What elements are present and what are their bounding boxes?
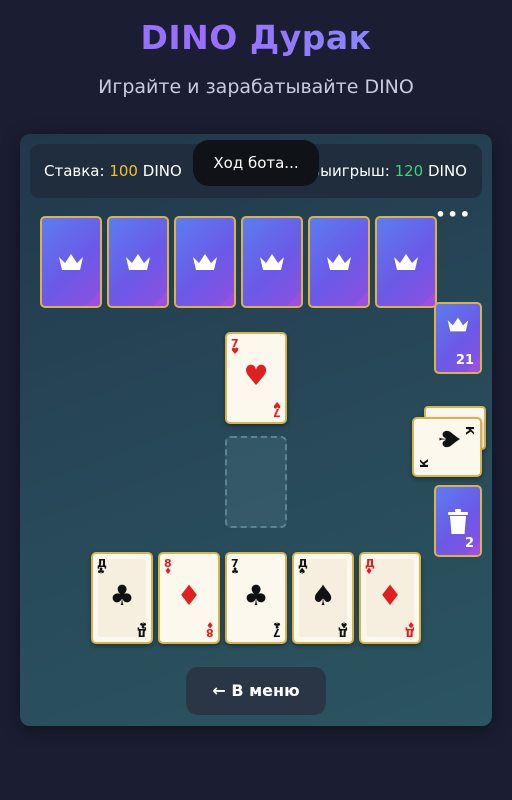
win-currency: DINO bbox=[427, 162, 467, 180]
card-suit-center: ♦ bbox=[176, 579, 202, 612]
trash-icon bbox=[448, 509, 468, 534]
menu-button-label: В меню bbox=[231, 681, 300, 700]
crown-icon bbox=[193, 254, 217, 270]
win-value: 120 bbox=[394, 162, 424, 180]
win-info: Выигрыш: 120 DINO bbox=[310, 162, 467, 180]
turn-toast: Ход бота... bbox=[193, 140, 319, 186]
win-label: Выигрыш: bbox=[309, 162, 390, 180]
card-suit-center: ♠ bbox=[310, 579, 336, 612]
hand-card[interactable]: 8 ♦ ♦ ♦ 8 bbox=[158, 552, 220, 644]
opponent-card-back bbox=[241, 216, 303, 308]
card-rank-bottom: 8 bbox=[206, 626, 214, 639]
hand-card[interactable]: 7 ♣ ♣ ♣ 7 bbox=[225, 552, 287, 644]
stake-label: Ставка: bbox=[44, 162, 105, 180]
more-dots-icon[interactable]: ••• bbox=[435, 205, 472, 224]
card-suit-center: ♥ bbox=[243, 359, 269, 392]
card-rank-bottom: 7 bbox=[273, 626, 281, 639]
crown-icon bbox=[394, 254, 418, 270]
card-suit-small: ♦ bbox=[164, 567, 173, 577]
crown-icon bbox=[126, 254, 150, 270]
arrow-left-icon: ← bbox=[212, 681, 226, 700]
page-title: DINO Дурак bbox=[0, 18, 512, 57]
card-rank-bottom: Д bbox=[338, 626, 348, 639]
trump-rank: К bbox=[463, 426, 476, 435]
card-suit-small: ♥ bbox=[231, 347, 240, 357]
crown-icon bbox=[59, 254, 83, 270]
crown-icon bbox=[260, 254, 284, 270]
card-rank-bottom: Д bbox=[405, 626, 415, 639]
back-to-menu-button[interactable]: ← В меню bbox=[186, 667, 326, 715]
opponent-card-back bbox=[40, 216, 102, 308]
stake-value: 100 bbox=[109, 162, 138, 180]
deck-pile: 21 bbox=[434, 302, 482, 374]
card-rank-bottom: Д bbox=[137, 626, 147, 639]
card-suit-small: ♠ bbox=[298, 567, 307, 577]
stake-currency: DINO bbox=[142, 162, 182, 180]
card-rank-bottom: 7 bbox=[273, 406, 281, 419]
card-suit-small: ♣ bbox=[231, 567, 240, 577]
table-attack-card: 7 ♥ ♥ ♥ 7 bbox=[225, 332, 287, 424]
opponent-card-back bbox=[174, 216, 236, 308]
hand-card[interactable]: Д ♦ ♦ ♦ Д bbox=[359, 552, 421, 644]
card-suit-small: ♣ bbox=[97, 567, 106, 577]
card-suit-center: ♦ bbox=[377, 579, 403, 612]
crown-icon bbox=[327, 254, 351, 270]
discard-count: 2 bbox=[464, 536, 474, 551]
hand-card[interactable]: Д ♠ ♠ ♠ Д bbox=[292, 552, 354, 644]
hand-card[interactable]: Д ♣ ♣ ♣ Д bbox=[91, 552, 153, 644]
page-subtitle: Играйте и зарабатывайте DINO bbox=[98, 76, 414, 98]
trump-card: К ♠ К bbox=[412, 417, 482, 477]
stake-info: Ставка: 100 DINO bbox=[44, 162, 182, 180]
card-suit-center: ♣ bbox=[109, 579, 135, 612]
opponent-card-back bbox=[375, 216, 437, 308]
game-board: Ставка: 100 DINO Выигрыш: 120 DINO Ход б… bbox=[20, 134, 492, 726]
defense-slot[interactable] bbox=[225, 436, 287, 528]
trump-rank-bottom: К bbox=[418, 459, 431, 468]
card-suit-small: ♦ bbox=[365, 567, 374, 577]
card-suit-center: ♣ bbox=[243, 579, 269, 612]
discard-pile: 2 bbox=[434, 485, 482, 557]
trump-suit: ♠ bbox=[432, 426, 466, 452]
opponent-card-back bbox=[308, 216, 370, 308]
opponent-card-back bbox=[107, 216, 169, 308]
crown-icon bbox=[447, 317, 469, 332]
deck-count: 21 bbox=[455, 353, 474, 368]
